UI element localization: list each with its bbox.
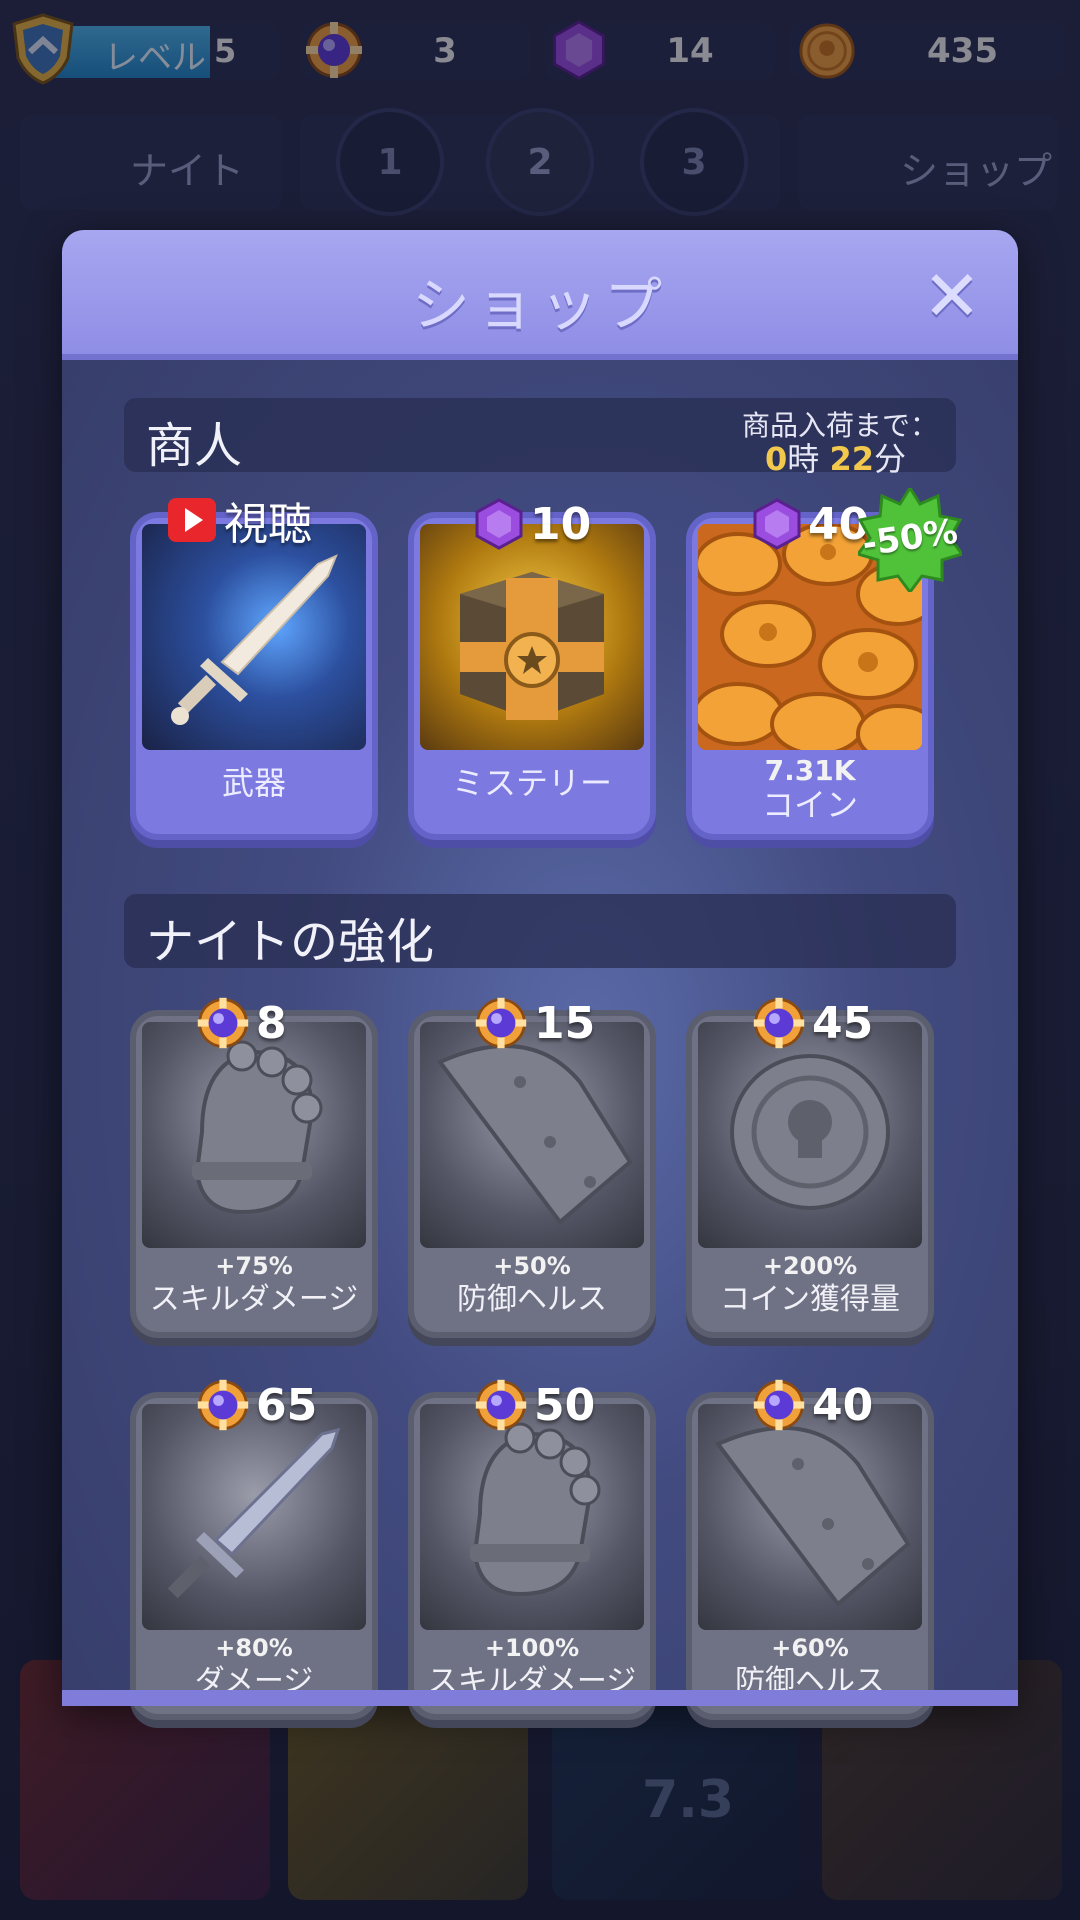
shop-modal-title: ショップ [411,271,668,339]
upgrade-name: 防御ヘルス [457,1282,607,1317]
upgrade-image [698,1022,922,1248]
upgrade-price: 45 [752,996,873,1050]
shield-plate-icon [436,1044,633,1225]
merchant-item-coins-label: コイン [761,786,858,824]
video-play-icon [168,498,216,542]
orb-icon [197,997,249,1049]
upgrade-item[interactable]: +60% 防御ヘルス 40 [686,1380,934,1720]
gem-icon [753,498,801,550]
upgrade-price: 40 [752,1378,873,1432]
upgrade-item[interactable]: +200% コイン獲得量 45 [686,998,934,1338]
merchant-item-mystery-label: ミステリー [451,764,612,802]
sword-icon [171,554,338,725]
orb-icon [197,1379,249,1431]
gauntlet-icon [470,1422,601,1597]
sword-icon [167,1427,341,1599]
upgrade-price: 8 [196,996,287,1050]
upgrade-item[interactable]: +80% ダメージ 65 [130,1380,378,1720]
merchant-item-coins[interactable]: 7.31K コイン 40 -50% [686,485,965,840]
upgrades-section-header: ナイトの強化 [124,894,956,970]
upgrade-name: スキルダメージ [149,1282,359,1317]
skull-coin-icon [730,1054,890,1210]
gauntlet-icon [192,1040,323,1215]
modal-bottom-edge [62,1690,1018,1706]
upgrade-item[interactable]: +75% スキルダメージ 8 [130,998,378,1338]
orb-icon [753,997,805,1049]
discount-badge: -50% [855,485,965,595]
restock-timer: 0時 22分 [765,440,906,478]
merchant-section-header: 商人 商品入荷まで： 0時 22分 [124,398,956,478]
orb-icon [475,1379,527,1431]
upgrade-price: 15 [474,996,595,1050]
coins-price: 40 [752,498,869,550]
close-button[interactable]: ✕ [922,261,982,331]
shield-plate-icon [714,1426,911,1607]
upgrade-image [142,1022,366,1248]
shop-modal-header: ショップ ✕ [62,230,1018,360]
upgrade-image [698,1404,922,1630]
upgrade-price: 50 [474,1378,595,1432]
merchant-item-weapon[interactable]: 武器 視聴 [130,498,378,840]
watch-video-price: 視聴 [166,488,312,552]
upgrade-image [420,1022,644,1248]
upgrade-name: コイン獲得量 [720,1282,900,1317]
orb-icon [475,997,527,1049]
upgrade-image [142,1404,366,1630]
shop-modal: ショップ ✕ 商人 商品入荷まで： 0時 22分 武器 視聴 ミステリー 10 … [62,230,1018,1720]
upgrade-item[interactable]: +50% 防御ヘルス 15 [408,998,656,1338]
weapon-image [142,524,366,750]
orb-icon [753,1379,805,1431]
merchant-title: 商人 [146,418,243,474]
upgrade-price: 65 [196,1378,317,1432]
merchant-item-weapon-label: 武器 [221,764,286,802]
chest-icon [460,572,604,720]
gem-icon [475,498,523,550]
merchant-item-mystery[interactable]: ミステリー 10 [408,498,656,840]
mystery-image [420,524,644,750]
upgrade-image [420,1404,644,1630]
upgrade-item[interactable]: +100% スキルダメージ 50 [408,1380,656,1720]
upgrades-title: ナイトの強化 [146,914,435,970]
mystery-price: 10 [474,498,591,550]
